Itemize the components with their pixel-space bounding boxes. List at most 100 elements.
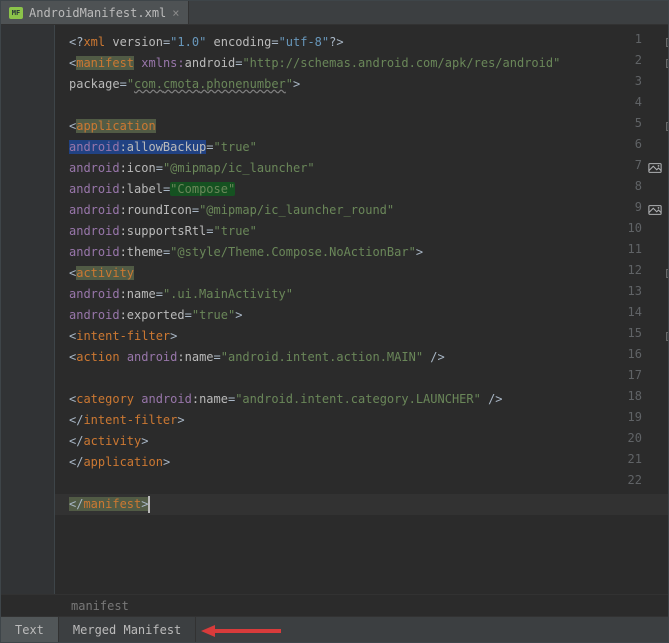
code-line[interactable]: android:allowBackup="true" bbox=[69, 137, 257, 158]
annotation-arrow-icon bbox=[201, 623, 281, 639]
breadcrumb[interactable]: manifest bbox=[1, 594, 668, 616]
code-token bbox=[206, 35, 213, 49]
code-token: </ bbox=[69, 413, 83, 427]
code-token: version bbox=[112, 35, 163, 49]
code-token: "true" bbox=[214, 224, 257, 238]
code-token: "true" bbox=[192, 308, 235, 322]
code-token: .phonenumber bbox=[199, 77, 286, 91]
code-token: android bbox=[69, 308, 120, 322]
code-token: android bbox=[69, 140, 120, 154]
code-token: android bbox=[127, 350, 178, 364]
code-token: :label bbox=[120, 182, 163, 196]
code-token: </ bbox=[69, 497, 83, 511]
close-icon[interactable]: × bbox=[172, 6, 179, 20]
code-token: android bbox=[69, 182, 120, 196]
code-token: > bbox=[293, 77, 300, 91]
code-token: "android.intent.action.MAIN" bbox=[221, 350, 423, 364]
code-token: "Compose" bbox=[170, 182, 235, 196]
code-token: android bbox=[69, 203, 120, 217]
code-token: "@style/Theme.Compose.NoActionBar" bbox=[170, 245, 416, 259]
code-line[interactable]: </activity> bbox=[69, 431, 148, 452]
code-line[interactable]: <action android:name="android.intent.act… bbox=[69, 347, 445, 368]
code-token: com. bbox=[134, 77, 163, 91]
code-token: </ bbox=[69, 434, 83, 448]
code-token: intent-filter bbox=[76, 329, 170, 343]
code-token: > bbox=[170, 329, 177, 343]
code-token: :name bbox=[177, 350, 213, 364]
code-token: = bbox=[206, 140, 213, 154]
code-token: manifest bbox=[83, 497, 141, 511]
code-line[interactable]: android:theme="@style/Theme.Compose.NoAc… bbox=[69, 242, 423, 263]
code-line[interactable]: android:icon="@mipmap/ic_launcher" bbox=[69, 158, 315, 179]
code-line[interactable]: <manifest xmlns:android="http://schemas.… bbox=[69, 53, 560, 74]
code-token: android bbox=[69, 245, 120, 259]
gutter: 1234567891011121314151617181920212223 bbox=[1, 25, 55, 594]
view-tab-bar: TextMerged Manifest bbox=[1, 616, 668, 642]
code-token: = bbox=[214, 350, 221, 364]
view-tab-merged-manifest[interactable]: Merged Manifest bbox=[59, 617, 196, 642]
code-token: application bbox=[76, 119, 155, 133]
code-line[interactable]: android:supportsRtl="true" bbox=[69, 221, 257, 242]
code-token: :roundIcon bbox=[120, 203, 192, 217]
code-area[interactable]: <?xml version="1.0" encoding="utf-8"?><m… bbox=[55, 25, 668, 594]
code-line[interactable]: android:name=".ui.MainActivity" bbox=[69, 284, 293, 305]
file-tab[interactable]: MF AndroidManifest.xml × bbox=[1, 1, 189, 24]
code-token: = bbox=[206, 224, 213, 238]
code-token: :name bbox=[120, 287, 156, 301]
code-line[interactable]: <intent-filter> bbox=[69, 326, 177, 347]
code-token: encoding bbox=[214, 35, 272, 49]
code-token: android bbox=[69, 287, 120, 301]
code-token: = bbox=[120, 77, 127, 91]
manifest-file-icon: MF bbox=[9, 7, 23, 19]
code-token: <? bbox=[69, 35, 83, 49]
code-token: ".ui.MainActivity" bbox=[163, 287, 293, 301]
file-tab-bar: MF AndroidManifest.xml × bbox=[1, 1, 668, 25]
code-token: > bbox=[141, 434, 148, 448]
code-line[interactable]: <activity bbox=[69, 263, 134, 284]
code-token: :supportsRtl bbox=[120, 224, 207, 238]
code-token: activity bbox=[83, 434, 141, 448]
code-token: cmota bbox=[163, 77, 199, 91]
code-token: action bbox=[76, 350, 127, 364]
code-token: = bbox=[156, 161, 163, 175]
code-token: > bbox=[163, 455, 170, 469]
code-token: :allowBackup bbox=[120, 140, 207, 154]
code-token: application bbox=[83, 455, 162, 469]
code-token: "1.0" bbox=[170, 35, 206, 49]
code-line[interactable]: android:label="Compose" bbox=[69, 179, 235, 200]
code-token: "android.intent.category.LAUNCHER" bbox=[235, 392, 481, 406]
code-token: intent-filter bbox=[83, 413, 177, 427]
text-caret bbox=[148, 496, 150, 513]
code-line[interactable]: android:roundIcon="@mipmap/ic_launcher_r… bbox=[69, 200, 394, 221]
code-token: xmlns: bbox=[141, 56, 184, 70]
code-token: :exported bbox=[120, 308, 185, 322]
code-token: android bbox=[141, 392, 192, 406]
code-line[interactable]: <application bbox=[69, 116, 156, 137]
code-token: = bbox=[185, 308, 192, 322]
code-token: "@mipmap/ic_launcher_round" bbox=[199, 203, 394, 217]
code-token: /> bbox=[423, 350, 445, 364]
code-token: = bbox=[271, 35, 278, 49]
code-token: :icon bbox=[120, 161, 156, 175]
code-token: > bbox=[416, 245, 423, 259]
code-line[interactable]: <category android:name="android.intent.c… bbox=[69, 389, 503, 410]
code-token: android bbox=[69, 161, 120, 175]
code-line[interactable]: <?xml version="1.0" encoding="utf-8"?> bbox=[69, 32, 344, 53]
code-token: package bbox=[69, 77, 120, 91]
code-token: "http://schemas.android.com/apk/res/andr… bbox=[242, 56, 560, 70]
code-token: " bbox=[286, 77, 293, 91]
code-line[interactable]: android:exported="true"> bbox=[69, 305, 242, 326]
code-token: "@mipmap/ic_launcher" bbox=[163, 161, 315, 175]
code-token: :name bbox=[192, 392, 228, 406]
code-token: android bbox=[185, 56, 236, 70]
code-token: ?> bbox=[329, 35, 343, 49]
code-line[interactable]: package="com.cmota.phonenumber"> bbox=[69, 74, 300, 95]
code-token: = bbox=[192, 203, 199, 217]
code-editor[interactable]: 1234567891011121314151617181920212223 <?… bbox=[1, 25, 668, 594]
code-token: = bbox=[156, 287, 163, 301]
view-tab-text[interactable]: Text bbox=[1, 617, 59, 642]
code-line[interactable]: </application> bbox=[69, 452, 170, 473]
code-line[interactable]: </manifest> bbox=[69, 494, 148, 515]
code-line[interactable]: </intent-filter> bbox=[69, 410, 185, 431]
code-token: "true" bbox=[214, 140, 257, 154]
